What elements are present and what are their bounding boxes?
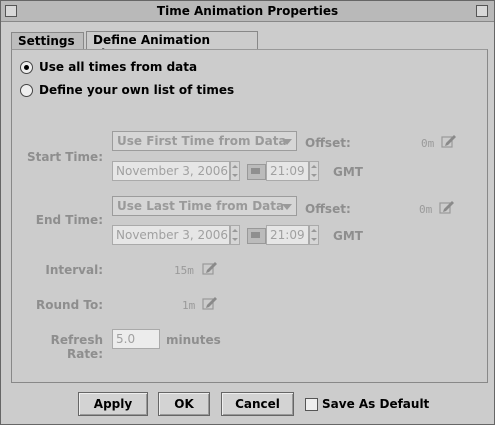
refresh-rate-field[interactable]: 5.0 bbox=[112, 329, 160, 349]
end-time-combo-value: Use Last Time from Data bbox=[117, 199, 285, 213]
end-tz-label: GMT bbox=[333, 229, 363, 243]
tab-define-animation-times[interactable]: Define Animation Times bbox=[86, 31, 258, 61]
tab-settings[interactable]: Settings bbox=[11, 32, 84, 49]
ok-button[interactable]: OK bbox=[158, 392, 210, 416]
end-time-label: End Time: bbox=[35, 213, 103, 227]
interval-value: 15m bbox=[174, 264, 194, 277]
apply-button[interactable]: Apply bbox=[78, 392, 148, 416]
calendar-icon[interactable] bbox=[247, 228, 266, 244]
radio-label-define-own: Define your own list of times bbox=[39, 83, 235, 97]
start-time-spinner[interactable] bbox=[309, 161, 319, 181]
start-time-combo-value: Use First Time from Data bbox=[117, 134, 287, 148]
edit-icon[interactable] bbox=[439, 200, 455, 214]
end-time-combo[interactable]: Use Last Time from Data bbox=[112, 196, 297, 216]
start-offset-label: Offset: bbox=[305, 136, 351, 150]
start-time-combo[interactable]: Use First Time from Data bbox=[112, 131, 297, 151]
radio-label-use-all: Use all times from data bbox=[39, 60, 198, 74]
refresh-rate-unit: minutes bbox=[166, 333, 221, 347]
end-date-field[interactable]: November 3, 2006 bbox=[112, 225, 230, 245]
start-date-field[interactable]: November 3, 2006 bbox=[112, 161, 230, 181]
end-offset-label: Offset: bbox=[305, 202, 351, 216]
dialog-window: Time Animation Properties Settings Defin… bbox=[0, 0, 495, 425]
save-as-default-checkbox[interactable] bbox=[305, 398, 318, 411]
interval-label: Interval: bbox=[45, 263, 103, 277]
start-time-label: Start Time: bbox=[26, 150, 103, 164]
start-date-spinner[interactable] bbox=[230, 161, 240, 181]
end-offset-value: 0m bbox=[419, 203, 433, 216]
start-offset-value: 0m bbox=[421, 137, 435, 150]
end-time-field[interactable]: 21:09 bbox=[266, 225, 309, 245]
title-bar: Time Animation Properties bbox=[1, 1, 494, 22]
round-to-label: Round To: bbox=[36, 298, 103, 312]
save-as-default-label: Save As Default bbox=[322, 397, 430, 411]
round-to-value: 1m bbox=[182, 299, 196, 312]
calendar-icon[interactable] bbox=[247, 164, 266, 180]
radio-use-all-times[interactable]: Use all times from data bbox=[20, 60, 197, 74]
start-time-field[interactable]: 21:09 bbox=[266, 161, 309, 181]
radio-button-selected[interactable] bbox=[20, 60, 33, 74]
edit-icon[interactable] bbox=[202, 261, 218, 275]
edit-icon[interactable] bbox=[202, 296, 218, 310]
cancel-button[interactable]: Cancel bbox=[221, 392, 294, 416]
close-icon[interactable] bbox=[476, 5, 488, 17]
chevron-down-icon bbox=[282, 204, 292, 210]
chevron-down-icon bbox=[282, 139, 292, 145]
radio-button-unselected[interactable] bbox=[20, 83, 33, 97]
start-tz-label: GMT bbox=[333, 165, 363, 179]
edit-icon[interactable] bbox=[441, 134, 457, 148]
window-title: Time Animation Properties bbox=[156, 4, 339, 18]
end-date-spinner[interactable] bbox=[230, 225, 240, 245]
refresh-rate-label: Refresh Rate: bbox=[50, 333, 103, 361]
radio-define-own-times[interactable]: Define your own list of times bbox=[20, 83, 234, 97]
end-time-spinner[interactable] bbox=[309, 225, 319, 245]
